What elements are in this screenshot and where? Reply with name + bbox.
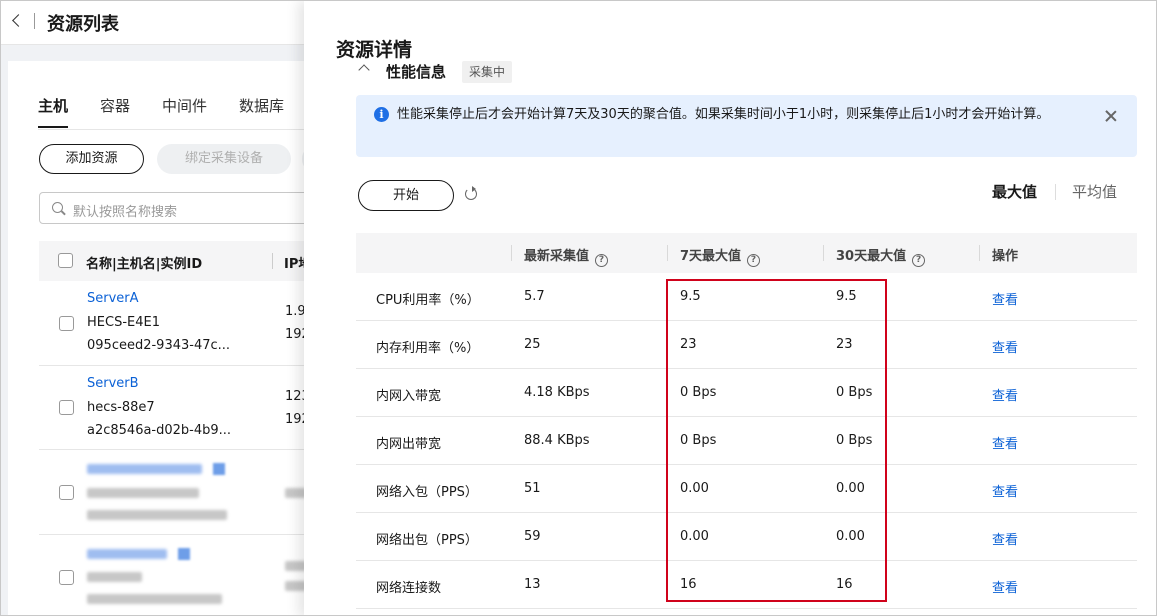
app-window: 资源列表 主机 容器 中间件 数据库 添加资源 绑定采集设备 默认按照名称搜索 … (0, 0, 1157, 616)
close-icon[interactable] (1104, 109, 1118, 123)
row-divider (39, 534, 339, 535)
toggle-avg[interactable]: 平均值 (1072, 181, 1117, 202)
column-header-name: 名称|主机名|实例ID (86, 257, 203, 272)
column-header-max7: 7天最大值? (680, 245, 761, 267)
help-icon[interactable]: ? (912, 254, 926, 267)
table-header: 最新采集值? 7天最大值? 30天最大值? 操作 (356, 233, 1137, 273)
row-divider (39, 449, 339, 450)
ip-address: 1.9 (285, 304, 306, 319)
view-link[interactable]: 查看 (992, 577, 1018, 596)
row-checkbox[interactable] (59, 400, 74, 415)
row-divider (39, 365, 339, 366)
tab-container[interactable]: 容器 (100, 95, 130, 131)
view-link[interactable]: 查看 (992, 385, 1018, 404)
host-name: hecs-88e7 (87, 400, 155, 415)
tabs-divider (38, 129, 328, 130)
redacted-host (87, 572, 142, 582)
toggle-max[interactable]: 最大值 (992, 181, 1037, 202)
drawer-title: 资源详情 (336, 39, 413, 61)
view-link[interactable]: 查看 (992, 481, 1018, 500)
latest-value: 88.4 KBps (524, 433, 590, 448)
collapse-chevron-icon[interactable] (358, 64, 370, 76)
latest-value: 13 (524, 577, 541, 592)
bind-collector-button[interactable]: 绑定采集设备 (157, 144, 291, 174)
search-placeholder: 默认按照名称搜索 (73, 205, 178, 220)
search-input[interactable]: 默认按照名称搜索 (39, 192, 339, 224)
table-header: 名称|主机名|实例ID IP地 (39, 241, 339, 281)
add-resource-button[interactable]: 添加资源 (39, 144, 144, 174)
help-icon[interactable]: ? (595, 254, 609, 267)
resource-type-tabs: 主机 容器 中间件 数据库 (38, 95, 316, 131)
help-icon[interactable]: ? (747, 254, 761, 267)
latest-value: 4.18 KBps (524, 385, 590, 400)
view-link[interactable]: 查看 (992, 289, 1018, 308)
header-label: 7天最大值 (680, 249, 742, 264)
view-link[interactable]: 查看 (992, 529, 1018, 548)
column-divider (272, 253, 273, 269)
header-label: 30天最大值 (836, 249, 907, 264)
latest-value: 25 (524, 337, 541, 352)
start-button[interactable]: 开始 (358, 180, 454, 211)
tab-host[interactable]: 主机 (38, 95, 69, 131)
header-label: 最新采集值 (524, 249, 590, 264)
tab-middleware[interactable]: 中间件 (162, 95, 207, 131)
metric-name: 网络连接数 (376, 581, 442, 596)
plus-icon (213, 463, 225, 475)
info-icon: i (374, 107, 389, 122)
column-divider (511, 245, 512, 261)
redacted-id (87, 594, 222, 604)
metric-name: 内网出带宽 (376, 437, 442, 452)
column-header-latest: 最新采集值? (524, 245, 609, 267)
column-header-ops: 操作 (992, 249, 1019, 264)
metric-name: CPU利用率（%） (376, 293, 480, 308)
metric-name: 网络出包（PPS） (376, 533, 478, 548)
host-name: HECS-E4E1 (87, 315, 160, 330)
search-icon (52, 202, 63, 213)
tab-database[interactable]: 数据库 (239, 95, 284, 131)
section-title: 性能信息 (386, 63, 447, 81)
redacted-id (87, 510, 227, 520)
refresh-icon[interactable] (465, 186, 477, 200)
resource-list-panel: 主机 容器 中间件 数据库 添加资源 绑定采集设备 默认按照名称搜索 名称|主机… (8, 61, 339, 615)
alert-message: 性能采集停止后才会开始计算7天及30天的聚合值。如果采集时间小于1小时，则采集停… (397, 107, 1050, 122)
row-checkbox[interactable] (59, 316, 74, 331)
redacted-host (87, 488, 199, 498)
toggle-divider (1055, 184, 1056, 200)
redacted-name (87, 549, 167, 559)
plus-icon (178, 548, 190, 560)
instance-id: 095ceed2-9343-47c... (87, 338, 231, 353)
column-divider (667, 245, 668, 261)
highlight-box (666, 279, 887, 602)
column-divider (979, 245, 980, 261)
latest-value: 51 (524, 481, 541, 496)
column-header-max30: 30天最大值? (836, 245, 926, 267)
latest-value: 59 (524, 529, 541, 544)
metric-name: 内网入带宽 (376, 389, 442, 404)
latest-value: 5.7 (524, 289, 545, 304)
divider (34, 13, 35, 29)
metric-name: 内存利用率（%） (376, 341, 480, 356)
back-arrow-icon[interactable] (9, 11, 25, 31)
view-link[interactable]: 查看 (992, 433, 1018, 452)
instance-id: a2c8546a-d02b-4b9... (87, 423, 232, 438)
resource-name-link[interactable]: ServerB (87, 376, 139, 391)
row-checkbox[interactable] (59, 485, 74, 500)
select-all-checkbox[interactable] (58, 253, 73, 268)
page-title: 资源列表 (47, 14, 119, 35)
column-divider (823, 245, 824, 261)
redacted-name (87, 464, 202, 474)
row-checkbox[interactable] (59, 570, 74, 585)
resource-name-link[interactable]: ServerA (87, 291, 139, 306)
status-badge: 采集中 (462, 61, 513, 83)
metric-name: 网络入包（PPS） (376, 485, 478, 500)
info-alert: i 性能采集停止后才会开始计算7天及30天的聚合值。如果采集时间小于1小时，则采… (356, 95, 1137, 157)
view-link[interactable]: 查看 (992, 337, 1018, 356)
